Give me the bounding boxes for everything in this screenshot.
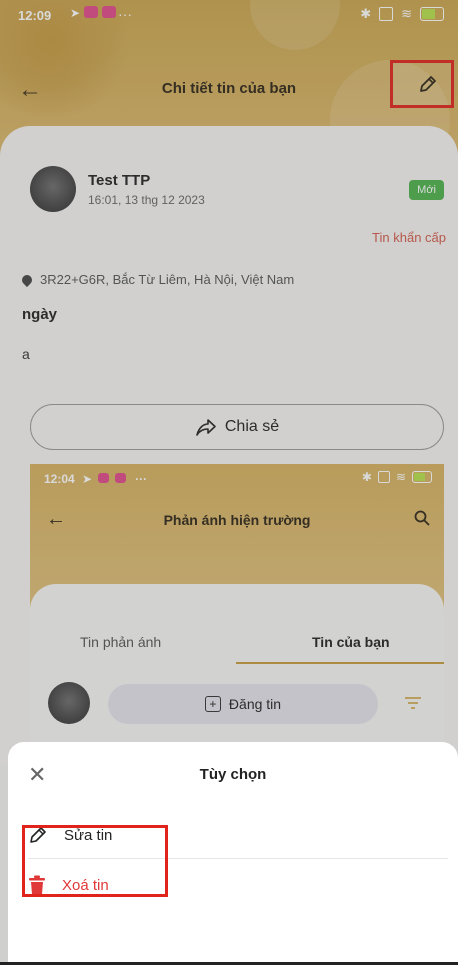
share-arrow-icon (196, 419, 216, 436)
inner-status-time: 12:04 ➤ ··· (44, 472, 148, 486)
inner-tab-your-posts: Tin của bạn (312, 634, 390, 650)
inner-search-icon (414, 510, 430, 526)
delete-post-label: Xoá tin (62, 876, 109, 894)
divider (28, 858, 448, 859)
system-icons: ✱ ≋ (360, 6, 444, 22)
location-text: 3R22+G6R, Bắc Từ Liêm, Hà Nội, Việt Nam (40, 272, 295, 287)
share-label: Chia sẻ (224, 418, 280, 435)
inner-tab-indicator (236, 662, 444, 664)
battery-icon (420, 7, 444, 21)
inner-post-button: + Đăng tin (108, 684, 378, 724)
sheet-title: Tùy chọn (199, 766, 267, 783)
author-name: Test TTP (88, 172, 151, 189)
phone-screen: 12:09 ➤ ··· ✱ ≋ ← Chi tiết tin của bạn T… (0, 0, 458, 965)
inner-filter-icon (405, 697, 421, 709)
status-time: 12:09 (18, 8, 52, 23)
edit-post-option[interactable]: Sửa tin (28, 812, 448, 858)
inner-card (30, 584, 444, 766)
author-row: Test TTP 16:01, 13 thg 12 2023 Mới (30, 166, 450, 216)
pencil-icon (30, 827, 46, 843)
urgent-label: Tin khẩn cấp (372, 230, 446, 245)
inner-post-label: Đăng tin (228, 696, 282, 712)
wifi-icon: ≋ (401, 6, 412, 21)
inner-tab-reports: Tin phản ánh (80, 634, 162, 650)
location-arrow-icon: ➤ (70, 6, 81, 20)
inner-avatar (48, 682, 90, 724)
status-badge: Mới (409, 180, 444, 200)
inner-system-icons: ✱ ≋ (362, 470, 432, 484)
avatar (30, 166, 76, 212)
share-button[interactable]: Chia sẻ (30, 404, 444, 450)
bluetooth-icon: ✱ (360, 6, 372, 21)
status-bar: 12:09 ➤ ··· ✱ ≋ (0, 0, 458, 30)
post-body: a (22, 346, 30, 362)
plus-icon: + (204, 696, 221, 712)
post-title: ngày (22, 306, 58, 323)
options-bottom-sheet: ✕ Tùy chọn Sửa tin Xoá tin (8, 742, 458, 965)
delete-post-option[interactable]: Xoá tin (28, 862, 448, 908)
post-time: 16:01, 13 thg 12 2023 (88, 193, 205, 207)
sim-icon (379, 7, 394, 21)
location-row: 3R22+G6R, Bắc Từ Liêm, Hà Nội, Việt Nam (19, 272, 295, 287)
inner-tabs: Tin phản ánh Tin của bạn (30, 624, 444, 664)
app-notification-icon (102, 6, 117, 18)
attached-screenshot: 12:04 ➤ ··· ✱ ≋ ← Phản ánh hiện trường T… (30, 464, 444, 766)
inner-page-title: Phản ánh hiện trường (163, 512, 311, 528)
post-detail-card: Test TTP 16:01, 13 thg 12 2023 Mới Tin k… (0, 126, 458, 766)
edit-pencil-icon[interactable] (418, 74, 438, 94)
location-pin-icon (19, 272, 35, 287)
more-notifications-icon: ··· (118, 6, 132, 22)
app-notification-icon (84, 6, 99, 18)
notification-icons: ➤ (70, 6, 117, 20)
trash-icon (29, 875, 45, 894)
edit-post-label: Sửa tin (64, 826, 113, 844)
